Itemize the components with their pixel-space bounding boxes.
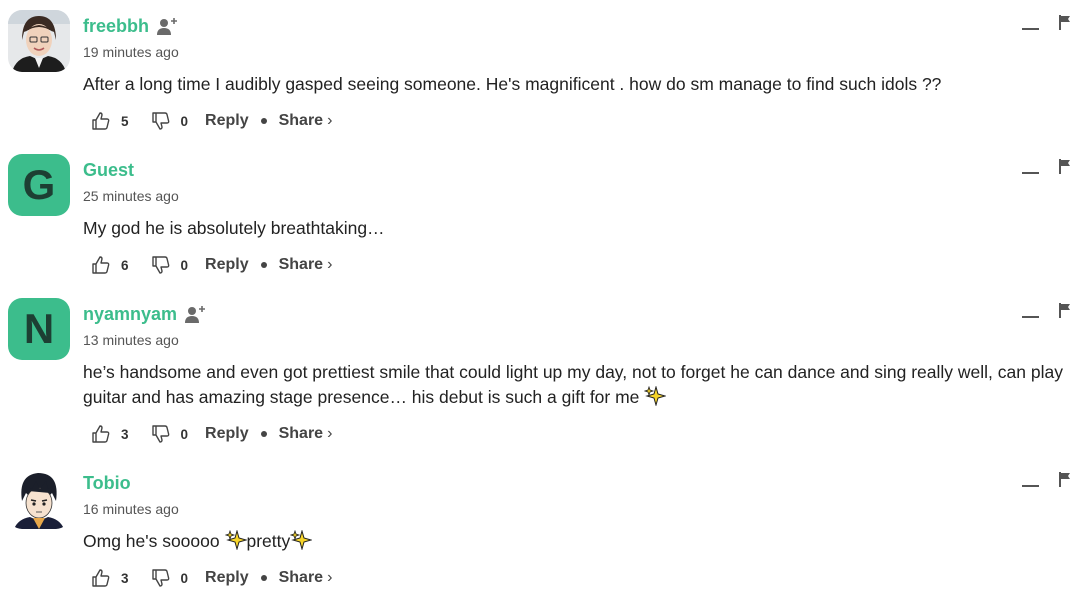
like-button[interactable]: 3 (91, 424, 129, 444)
like-count: 6 (121, 257, 129, 273)
like-count: 5 (121, 113, 129, 129)
comment-text: he’s handsome and even got prettiest smi… (83, 360, 1088, 410)
comment-actions: 3 0 Reply Share › (91, 566, 332, 590)
thumbs-down-icon (151, 256, 169, 274)
comment-actions: 5 0 Reply Share › (91, 109, 332, 133)
thumbs-up-icon (92, 425, 110, 443)
sparkles-emoji (644, 386, 667, 406)
minimize-icon[interactable] (1022, 20, 1040, 34)
thumbs-down-icon (151, 425, 169, 443)
author-name[interactable]: nyamnyam (83, 304, 177, 325)
dislike-count: 0 (180, 570, 189, 586)
thumbs-up-icon (92, 569, 110, 587)
dislike-count: 0 (180, 113, 189, 129)
like-button[interactable]: 3 (91, 568, 129, 588)
comment-actions: 3 0 Reply Share › (91, 422, 332, 446)
comment: N nyamnyam 13 minutes ago he’s handsome … (0, 298, 1092, 448)
dislike-button[interactable]: 0 (151, 568, 189, 588)
timestamp: 13 minutes ago (83, 332, 179, 348)
share-button[interactable]: Share › (279, 425, 333, 443)
share-label: Share (278, 425, 324, 442)
comment-text: After a long time I audibly gasped seein… (83, 74, 942, 94)
timestamp: 16 minutes ago (83, 501, 179, 517)
flag-icon[interactable] (1058, 158, 1072, 174)
author-name[interactable]: Tobio (83, 473, 131, 494)
comment-text: Omg he's sooooo pretty (83, 529, 1088, 554)
chevron-right-icon: › (327, 569, 333, 586)
share-button[interactable]: Share › (279, 569, 333, 587)
timestamp: 19 minutes ago (83, 44, 179, 60)
chevron-right-icon: › (327, 256, 333, 273)
minimize-icon[interactable] (1022, 477, 1040, 491)
comment-text-fragment: pretty (246, 531, 291, 551)
comment-text-line: he’s handsome and even got prettiest smi… (83, 362, 1063, 382)
separator-dot (260, 575, 267, 581)
add-user-icon[interactable] (185, 304, 207, 324)
separator-dot (260, 118, 267, 124)
chevron-right-icon: › (327, 425, 333, 442)
share-button[interactable]: Share › (279, 112, 333, 130)
separator-dot (260, 262, 267, 268)
thumbs-up-icon (92, 112, 110, 130)
comment-list: freebbh 19 minutes ago After a long time… (0, 0, 1092, 598)
avatar[interactable] (8, 10, 70, 72)
avatar[interactable]: N (8, 298, 70, 360)
share-label: Share (278, 569, 324, 586)
like-button[interactable]: 5 (91, 111, 129, 131)
share-button[interactable]: Share › (279, 256, 333, 274)
minimize-icon[interactable] (1022, 308, 1040, 322)
avatar[interactable]: G (8, 154, 70, 216)
minimize-icon[interactable] (1022, 164, 1040, 178)
reply-button[interactable]: Reply (205, 112, 249, 130)
dislike-button[interactable]: 0 (151, 255, 189, 275)
share-label: Share (278, 256, 324, 273)
flag-icon[interactable] (1058, 302, 1072, 318)
comment: freebbh 19 minutes ago After a long time… (0, 10, 1092, 140)
comment-text-line: guitar and has amazing stage presence… h… (83, 385, 1088, 410)
separator-dot (260, 431, 267, 437)
like-button[interactable]: 6 (91, 255, 129, 275)
reply-button[interactable]: Reply (205, 256, 249, 274)
thumbs-down-icon (151, 112, 169, 130)
avatar[interactable] (8, 467, 70, 529)
reply-button[interactable]: Reply (205, 425, 249, 443)
author-name[interactable]: freebbh (83, 16, 149, 37)
timestamp: 25 minutes ago (83, 188, 179, 204)
dislike-button[interactable]: 0 (151, 111, 189, 131)
flag-icon[interactable] (1058, 14, 1072, 30)
dislike-count: 0 (180, 257, 189, 273)
comment-text: My god he is absolutely breathtaking… (83, 218, 385, 238)
sparkles-emoji (290, 530, 313, 550)
share-label: Share (278, 112, 324, 129)
comment-text-fragment: guitar and has amazing stage presence… h… (83, 387, 640, 407)
comment: G Guest 25 minutes ago My god he is abso… (0, 154, 1092, 284)
flag-icon[interactable] (1058, 471, 1072, 487)
author-name[interactable]: Guest (83, 160, 134, 181)
dislike-count: 0 (180, 426, 189, 442)
reply-button[interactable]: Reply (205, 569, 249, 587)
like-count: 3 (121, 426, 129, 442)
dislike-button[interactable]: 0 (151, 424, 189, 444)
comment-text-fragment: Omg he's sooooo (83, 531, 220, 551)
chevron-right-icon: › (327, 112, 333, 129)
thumbs-down-icon (151, 569, 169, 587)
comment-actions: 6 0 Reply Share › (91, 253, 332, 277)
thumbs-up-icon (92, 256, 110, 274)
sparkles-emoji (224, 530, 247, 550)
add-user-icon[interactable] (157, 16, 179, 36)
like-count: 3 (121, 570, 129, 586)
comment: Tobio 16 minutes ago Omg he's sooooo pre… (0, 467, 1092, 597)
